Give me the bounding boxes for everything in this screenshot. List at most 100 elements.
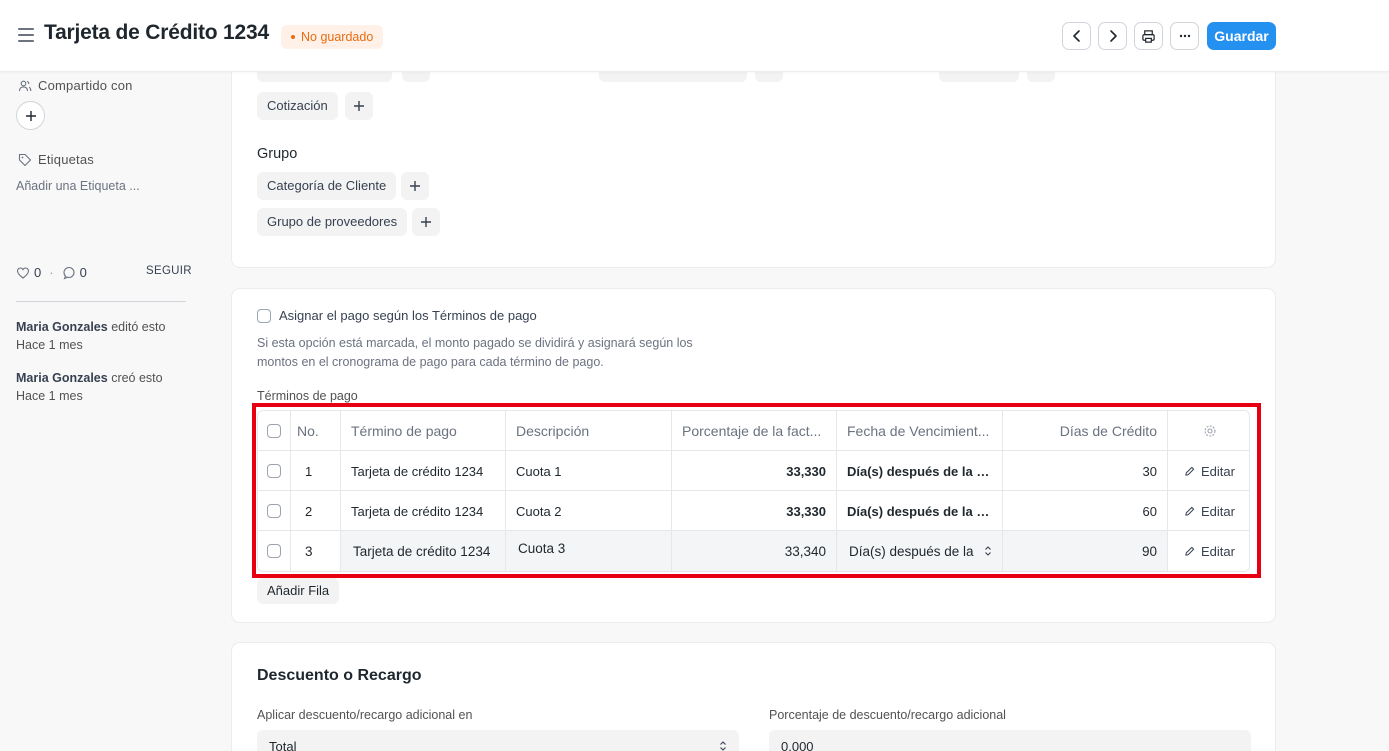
select-all-cell xyxy=(258,411,291,451)
due-date-value: Día(s) después de la xyxy=(849,543,974,559)
save-button[interactable]: Guardar xyxy=(1207,22,1276,50)
row-checkbox[interactable] xyxy=(267,504,281,518)
percentage-input[interactable]: 33,340 xyxy=(672,531,837,571)
activity-user[interactable]: Maria Gonzales xyxy=(16,371,108,385)
term-cell[interactable]: Tarjeta de crédito 1234 xyxy=(341,451,506,491)
activity-time: Hace 1 mes xyxy=(16,338,83,352)
add-categoria-button[interactable] xyxy=(401,172,429,200)
select-all-checkbox[interactable] xyxy=(267,424,281,438)
add-cotizacion-button[interactable] xyxy=(345,92,373,120)
group-heading: Grupo xyxy=(257,146,298,162)
apply-discount-label: Aplicar descuento/recargo adicional en xyxy=(257,708,473,722)
credit-days-input[interactable]: 90 xyxy=(1003,531,1168,571)
pencil-icon xyxy=(1185,546,1195,556)
description-input[interactable]: Cuota 3 xyxy=(506,531,672,571)
shared-with-heading: Compartido con xyxy=(18,78,133,93)
allocate-payment-description: Si esta opción está marcada, el monto pa… xyxy=(257,334,693,372)
description-cell[interactable]: Cuota 2 xyxy=(506,491,672,531)
status-text: No guardado xyxy=(301,30,374,44)
table-row[interactable]: 2 Tarjeta de crédito 1234 Cuota 2 33,330… xyxy=(258,491,1249,531)
row-select-cell xyxy=(258,451,291,491)
tags-label: Etiquetas xyxy=(38,152,95,167)
table-row[interactable]: 1 Tarjeta de crédito 1234 Cuota 1 33,330… xyxy=(258,451,1249,491)
top-bar: Tarjeta de Crédito 1234 No guardado Guar… xyxy=(0,0,1389,72)
edit-cell: Editar xyxy=(1168,531,1249,571)
column-header-credit-days: Días de Crédito xyxy=(1003,411,1168,451)
due-date-text: Día(s) después de la fe... xyxy=(847,503,992,519)
due-date-text: Día(s) después de la fe... xyxy=(847,463,992,479)
more-options-button[interactable] xyxy=(1170,22,1199,50)
activity-action: editó esto xyxy=(111,320,166,334)
discount-percentage-input[interactable]: 0,000 xyxy=(769,730,1251,751)
add-share-button[interactable] xyxy=(16,101,45,130)
comment-icon[interactable] xyxy=(62,266,76,280)
term-input[interactable]: Tarjeta de crédito 1234 xyxy=(341,531,506,571)
connections-card: Cotización Grupo Categoría de Cliente Gr… xyxy=(231,40,1276,268)
next-button[interactable] xyxy=(1098,22,1127,50)
row-select-cell xyxy=(258,531,291,571)
print-button[interactable] xyxy=(1134,22,1163,50)
edit-label: Editar xyxy=(1201,543,1235,559)
edit-row-button[interactable]: Editar xyxy=(1184,464,1235,479)
shared-with-label: Compartido con xyxy=(38,78,133,93)
select-arrows-icon xyxy=(720,741,726,751)
term-cell[interactable]: Tarjeta de crédito 1234 xyxy=(341,491,506,531)
percentage-cell[interactable]: 33,330 xyxy=(672,491,837,531)
edit-cell: Editar xyxy=(1168,451,1249,491)
status-dot-icon xyxy=(291,35,295,39)
allocate-payment-option: Asignar el pago según los Términos de pa… xyxy=(257,308,537,323)
row-number: 1 xyxy=(291,451,341,491)
likes-count: 0 xyxy=(34,265,42,280)
row-select-cell xyxy=(258,491,291,531)
discount-percentage-label: Porcentaje de descuento/recargo adiciona… xyxy=(769,708,1006,722)
menu-icon[interactable] xyxy=(18,28,34,42)
chip-cotizacion[interactable]: Cotización xyxy=(257,92,338,120)
add-proveedores-button[interactable] xyxy=(412,208,440,236)
edit-row-button[interactable]: Editar xyxy=(1184,544,1235,559)
apply-discount-select[interactable]: Total xyxy=(257,730,739,751)
pencil-icon xyxy=(1185,506,1195,516)
column-header-description: Descripción xyxy=(506,411,672,451)
description-line: montos en el cronograma de pago para cad… xyxy=(257,355,604,369)
select-arrows-icon xyxy=(985,546,991,556)
ellipsis-icon xyxy=(1179,34,1190,38)
chip-categoria-cliente[interactable]: Categoría de Cliente xyxy=(257,172,397,200)
allocate-payment-checkbox[interactable] xyxy=(257,308,271,323)
tags-heading: Etiquetas xyxy=(18,152,94,167)
percentage-cell[interactable]: 33,330 xyxy=(672,451,837,491)
gear-icon[interactable] xyxy=(1203,424,1217,438)
plus-icon xyxy=(421,217,431,227)
row-checkbox[interactable] xyxy=(267,464,281,478)
activity-action: creó esto xyxy=(111,371,163,385)
pencil-icon xyxy=(1185,466,1195,476)
discount-card: Descuento o Recargo Aplicar descuento/re… xyxy=(231,642,1276,751)
due-date-cell[interactable]: Día(s) después de la fe... xyxy=(837,451,1003,491)
credit-days-cell[interactable]: 30 xyxy=(1003,451,1168,491)
chip-grupo-proveedores[interactable]: Grupo de proveedores xyxy=(257,208,408,236)
due-date-select[interactable]: Día(s) después de la xyxy=(837,531,1003,571)
separator-dot: · xyxy=(49,265,54,280)
heart-icon[interactable] xyxy=(16,266,30,280)
activity-time: Hace 1 mes xyxy=(16,389,83,403)
table-row[interactable]: 3 Tarjeta de crédito 1234 Cuota 3 33,340… xyxy=(258,531,1249,571)
users-icon xyxy=(18,80,32,91)
edit-label: Editar xyxy=(1201,463,1235,479)
column-header-due-date: Fecha de Vencimient... xyxy=(837,411,1003,451)
edit-row-button[interactable]: Editar xyxy=(1184,504,1235,519)
column-header-no: No. xyxy=(291,411,341,451)
activity-user[interactable]: Maria Gonzales xyxy=(16,320,108,334)
edit-label: Editar xyxy=(1201,503,1235,519)
add-tag-link[interactable]: Añadir una Etiqueta ... xyxy=(16,179,140,193)
description-line: Si esta opción está marcada, el monto pa… xyxy=(257,336,693,350)
due-date-cell[interactable]: Día(s) después de la fe... xyxy=(837,491,1003,531)
follow-button[interactable]: SEGUIR xyxy=(146,265,192,277)
add-row-button[interactable]: Añadir Fila xyxy=(257,578,340,604)
description-cell[interactable]: Cuota 1 xyxy=(506,451,672,491)
row-checkbox[interactable] xyxy=(267,544,281,558)
printer-icon xyxy=(1142,29,1155,43)
activity-item: Maria Gonzales creó esto Hace 1 mes xyxy=(16,369,163,405)
credit-days-cell[interactable]: 60 xyxy=(1003,491,1168,531)
payment-terms-label: Términos de pago xyxy=(257,389,358,403)
page-title: Tarjeta de Crédito 1234 xyxy=(44,21,269,44)
previous-button[interactable] xyxy=(1062,22,1091,50)
